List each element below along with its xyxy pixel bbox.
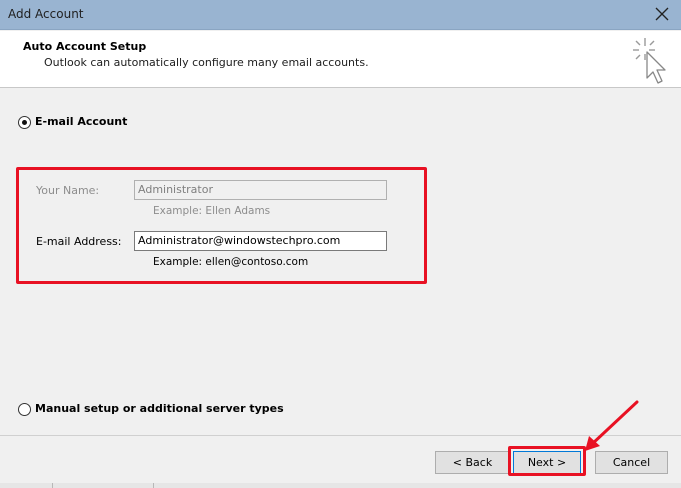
manual-setup-radio[interactable] <box>18 403 31 416</box>
setup-wand-icon <box>633 38 666 84</box>
header-subtitle: Outlook can automatically configure many… <box>44 56 369 69</box>
email-account-label[interactable]: E-mail Account <box>35 115 127 128</box>
wizard-header: Auto Account Setup Outlook can automatic… <box>0 31 681 88</box>
bottom-strip <box>0 483 681 488</box>
highlight-fields-box <box>16 167 427 284</box>
email-account-radio[interactable] <box>18 116 31 129</box>
manual-setup-label[interactable]: Manual setup or additional server types <box>35 402 284 415</box>
close-icon[interactable] <box>651 3 673 25</box>
back-button[interactable]: < Back <box>435 451 510 474</box>
title-bar: Add Account <box>0 0 681 30</box>
annotation-arrow-icon <box>585 400 639 451</box>
header-title: Auto Account Setup <box>23 40 147 53</box>
window-title: Add Account <box>8 7 84 21</box>
